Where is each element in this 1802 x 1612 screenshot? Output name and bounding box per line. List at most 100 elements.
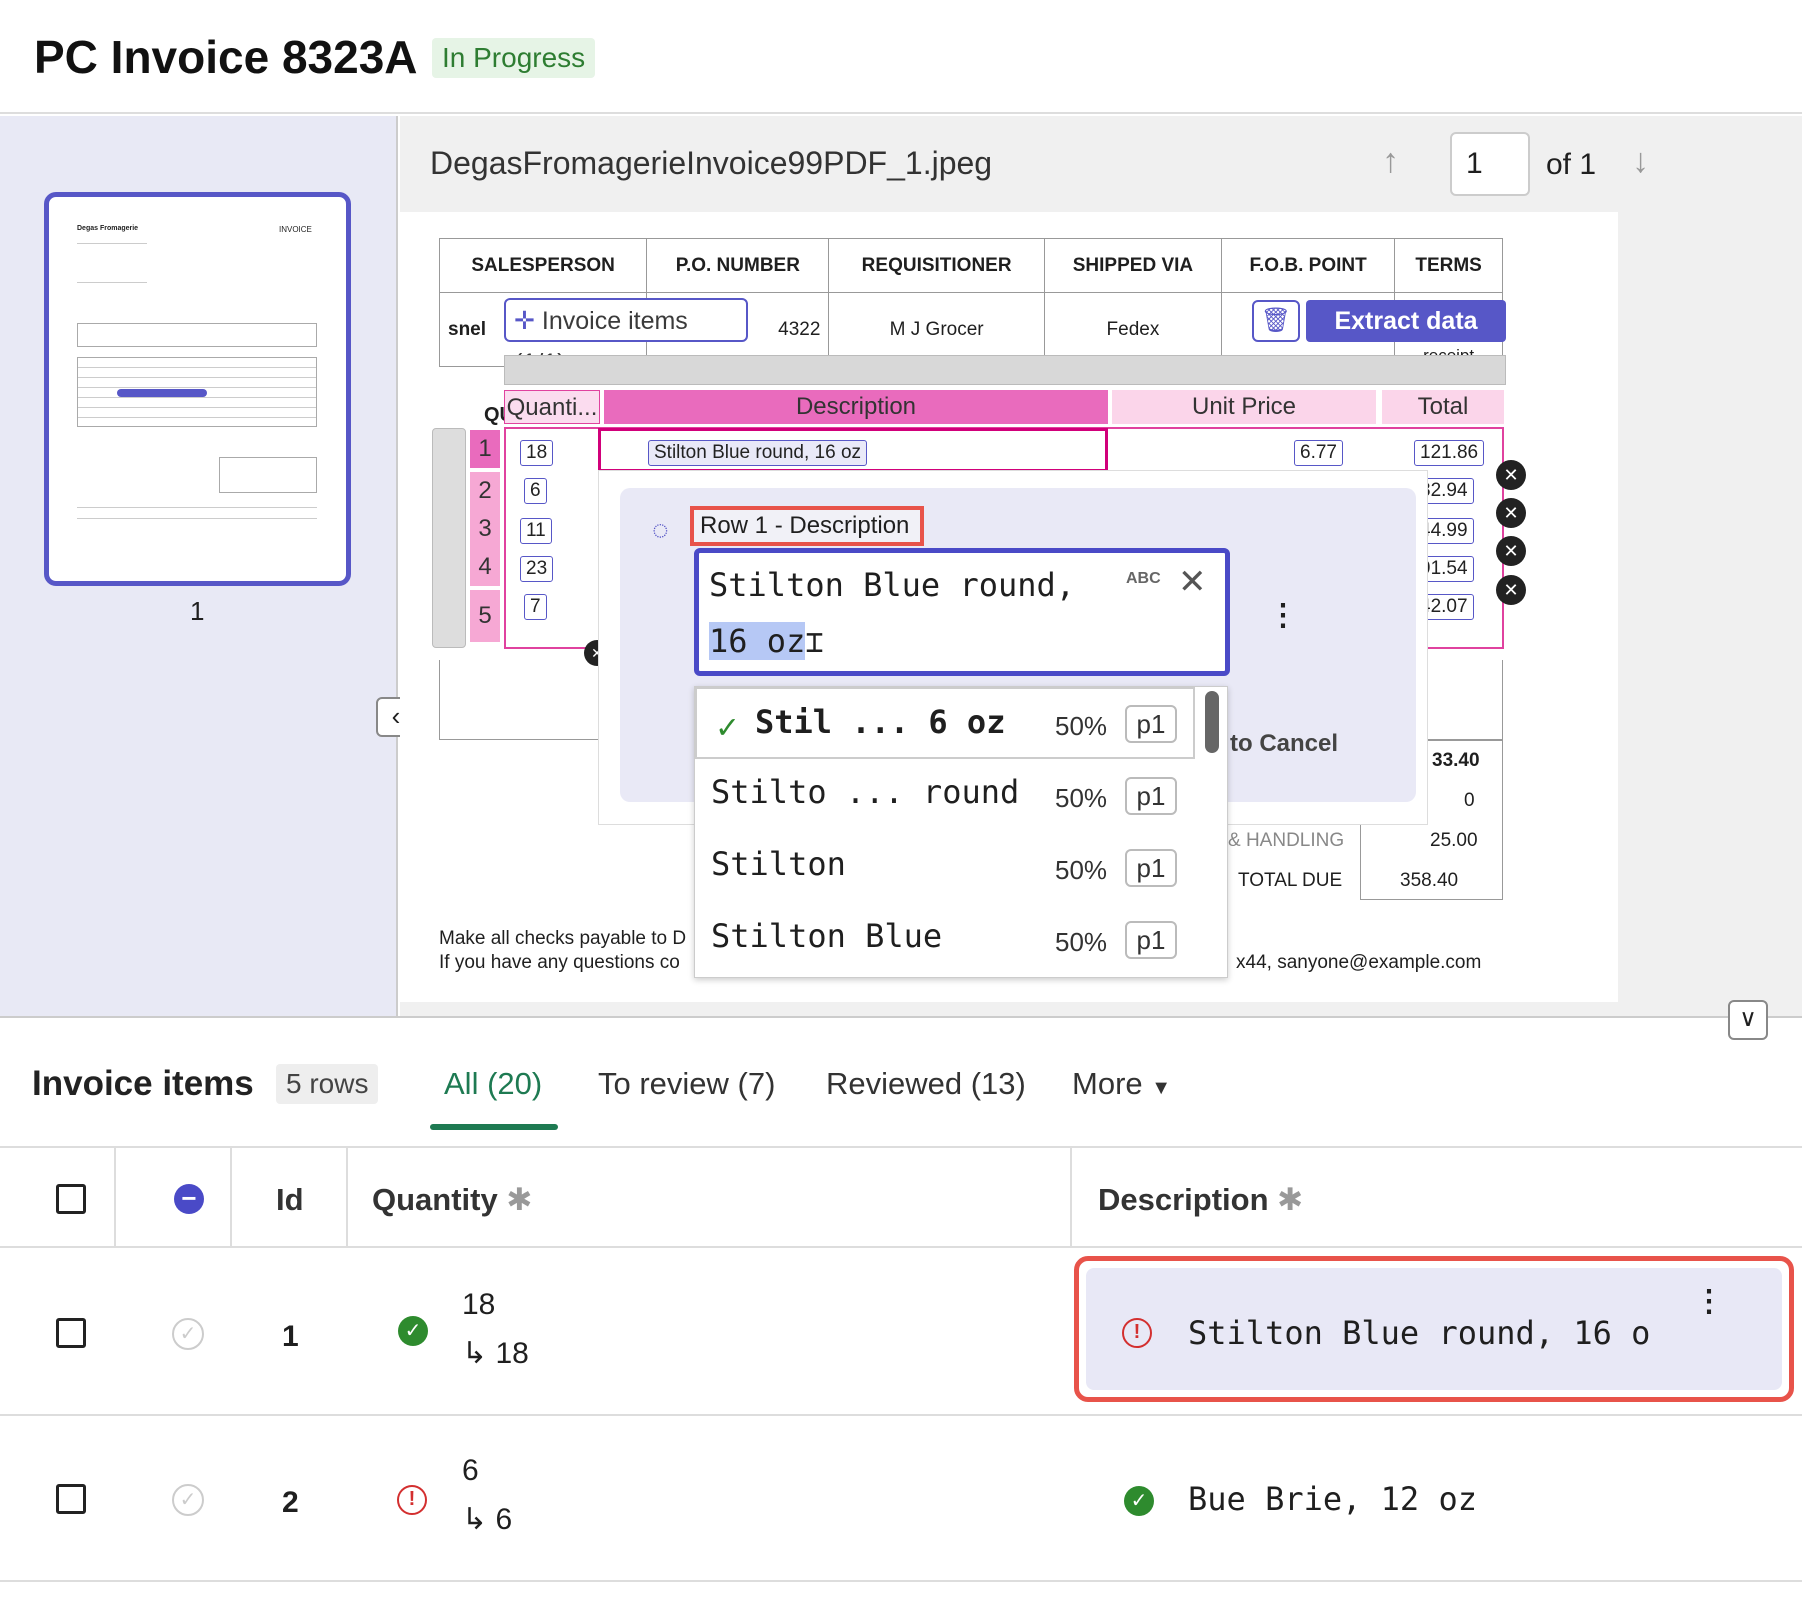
row-number-3[interactable]: 3	[470, 510, 500, 548]
suggestion-page: p1	[1125, 705, 1177, 743]
handling-value: 25.00	[1430, 830, 1478, 851]
remove-row-icon[interactable]: ✕	[1496, 536, 1526, 566]
thumb-highlight	[117, 389, 207, 397]
col-salesperson: SALESPERSON	[438, 238, 648, 293]
col-requisitioner: REQUISITIONER	[828, 238, 1045, 293]
total-chip-1[interactable]: 121.86	[1414, 440, 1485, 466]
tab-active-indicator	[430, 1124, 558, 1130]
footer-contact: x44, sanyone@example.com	[1236, 952, 1482, 973]
desc-chip-1[interactable]: Stilton Blue round, 16 oz	[648, 440, 868, 466]
total-due-label: TOTAL DUE	[1238, 870, 1343, 891]
tab-more[interactable]: More ▼	[1072, 1066, 1171, 1102]
row-quantity[interactable]: 6	[462, 1454, 479, 1488]
rows-count-badge: 5 rows	[276, 1064, 379, 1104]
qty-chip-1[interactable]: 18	[520, 440, 554, 466]
row-description[interactable]: Bue Brie, 12 oz	[1188, 1480, 1477, 1518]
suggestions-dropdown[interactable]: ✓ Stil ... 6 oz 50% p1 Stilto ... round …	[694, 686, 1228, 978]
viewer-divider	[0, 1016, 1802, 1018]
suggestion-page: p1	[1125, 777, 1177, 815]
suggestion-item[interactable]: Stilto ... round 50% p1	[695, 761, 1195, 833]
check-icon: ✓	[717, 707, 738, 747]
table-tag[interactable]: ✛ Invoice items (1/1)	[504, 298, 748, 377]
tax-value: 0	[1464, 790, 1475, 811]
overlay-col-quantity[interactable]: Quanti...	[504, 390, 600, 424]
thumb-totals	[219, 457, 317, 493]
extract-data-button[interactable]: Extract data	[1306, 300, 1506, 342]
col-divider	[346, 1148, 348, 1248]
review-status-icon: ◌	[652, 514, 669, 545]
page-input[interactable]: 1	[1450, 132, 1530, 196]
row-quantity[interactable]: 18	[462, 1288, 495, 1322]
col-terms: TERMS	[1394, 238, 1503, 293]
suggestion-item[interactable]: Stilton 50% p1	[695, 833, 1195, 905]
check-circle-icon: ✓	[1124, 1486, 1154, 1516]
table-selector-bar[interactable]	[504, 355, 1506, 385]
qty-chip-2[interactable]: 6	[524, 478, 547, 504]
tab-all[interactable]: All (20)	[444, 1066, 542, 1102]
status-badge: In Progress	[432, 38, 596, 78]
minus-circle-icon[interactable]: −	[174, 1184, 204, 1214]
required-icon: ✱	[1277, 1182, 1304, 1217]
table-header	[0, 1146, 1802, 1248]
col-po-number: P.O. NUMBER	[646, 238, 830, 293]
arrow-return-icon: ↳	[462, 1337, 488, 1370]
qty-chip-4[interactable]: 23	[520, 556, 554, 582]
col-shipped-via: SHIPPED VIA	[1043, 238, 1223, 293]
col-header-id[interactable]: Id	[276, 1182, 304, 1218]
field-value-selection: 16 oz	[709, 622, 806, 660]
suggestion-confidence: 50%	[1055, 855, 1108, 885]
page-thumbnail[interactable]: Degas Fromagerie INVOICE	[44, 192, 351, 586]
tab-more-label: More	[1072, 1066, 1143, 1101]
row-number-4[interactable]: 4	[470, 548, 500, 586]
col-divider	[1070, 1148, 1072, 1248]
col-header-quantity[interactable]: Quantity ✱	[372, 1182, 532, 1218]
more-options-icon[interactable]: ⋮	[1268, 598, 1298, 633]
row-handle-bar[interactable]	[432, 428, 466, 648]
row-divider	[0, 1580, 1802, 1582]
row-checkbox[interactable]	[56, 1318, 86, 1348]
remove-row-icon[interactable]: ✕	[1496, 498, 1526, 528]
col-header-description[interactable]: Description ✱	[1098, 1182, 1303, 1218]
row-description[interactable]: Stilton Blue round, 16 o	[1188, 1314, 1650, 1352]
trash-icon[interactable]: 🗑	[1252, 300, 1300, 342]
footer-line-1: Make all checks payable to D	[439, 928, 687, 949]
dropdown-scrollbar[interactable]	[1205, 691, 1219, 753]
unit-chip-1[interactable]: 6.77	[1294, 440, 1343, 466]
suggestion-item[interactable]: ✓ Stil ... 6 oz 50% p1	[695, 687, 1195, 759]
row-number-1[interactable]: 1	[470, 430, 500, 468]
overlay-col-total[interactable]: Total	[1382, 390, 1504, 424]
thumb-address	[77, 243, 147, 283]
qty-chip-5[interactable]: 7	[524, 594, 547, 620]
field-value-input[interactable]: Stilton Blue round, 16 oz⌶	[694, 548, 1230, 676]
suggestion-page: p1	[1125, 921, 1177, 959]
handling-label: & HANDLING	[1228, 830, 1345, 851]
row-quantity-original: ↳ 18	[462, 1336, 529, 1371]
suggestion-page: p1	[1125, 849, 1177, 887]
file-name: DegasFromagerieInvoice99PDF_1.jpeg	[430, 145, 993, 181]
clear-icon[interactable]: ✕	[1178, 562, 1207, 602]
tab-to-review[interactable]: To review (7)	[598, 1066, 775, 1102]
review-check-icon[interactable]: ✓	[172, 1484, 204, 1516]
arrow-down-icon[interactable]: ↓	[1632, 142, 1649, 181]
select-all-checkbox[interactable]	[56, 1184, 86, 1214]
field-label: Row 1 - Description	[690, 506, 924, 546]
row-id: 1	[282, 1320, 299, 1353]
overlay-col-description[interactable]: Description	[604, 390, 1108, 424]
more-options-icon[interactable]: ⋮	[1694, 1284, 1724, 1319]
spellcheck-icon[interactable]: ABC	[1126, 570, 1161, 588]
row-number-2[interactable]: 2	[470, 472, 500, 510]
row-divider	[0, 1414, 1802, 1416]
overlay-col-unit-price[interactable]: Unit Price	[1112, 390, 1376, 424]
chevron-down-icon[interactable]: ∨	[1728, 1000, 1768, 1040]
row-checkbox[interactable]	[56, 1484, 86, 1514]
arrow-up-icon[interactable]: ↑	[1382, 142, 1399, 181]
thumb-heading: INVOICE	[279, 225, 312, 234]
col-fob-point: F.O.B. POINT	[1221, 238, 1396, 293]
qty-chip-3[interactable]: 11	[520, 518, 552, 544]
tab-reviewed[interactable]: Reviewed (13)	[826, 1066, 1026, 1102]
suggestion-item[interactable]: Stilton Blue 50% p1	[695, 905, 1195, 977]
remove-row-icon[interactable]: ✕	[1496, 575, 1526, 605]
remove-row-icon[interactable]: ✕	[1496, 460, 1526, 490]
row-number-5[interactable]: 5	[470, 590, 500, 642]
review-check-icon[interactable]: ✓	[172, 1318, 204, 1350]
